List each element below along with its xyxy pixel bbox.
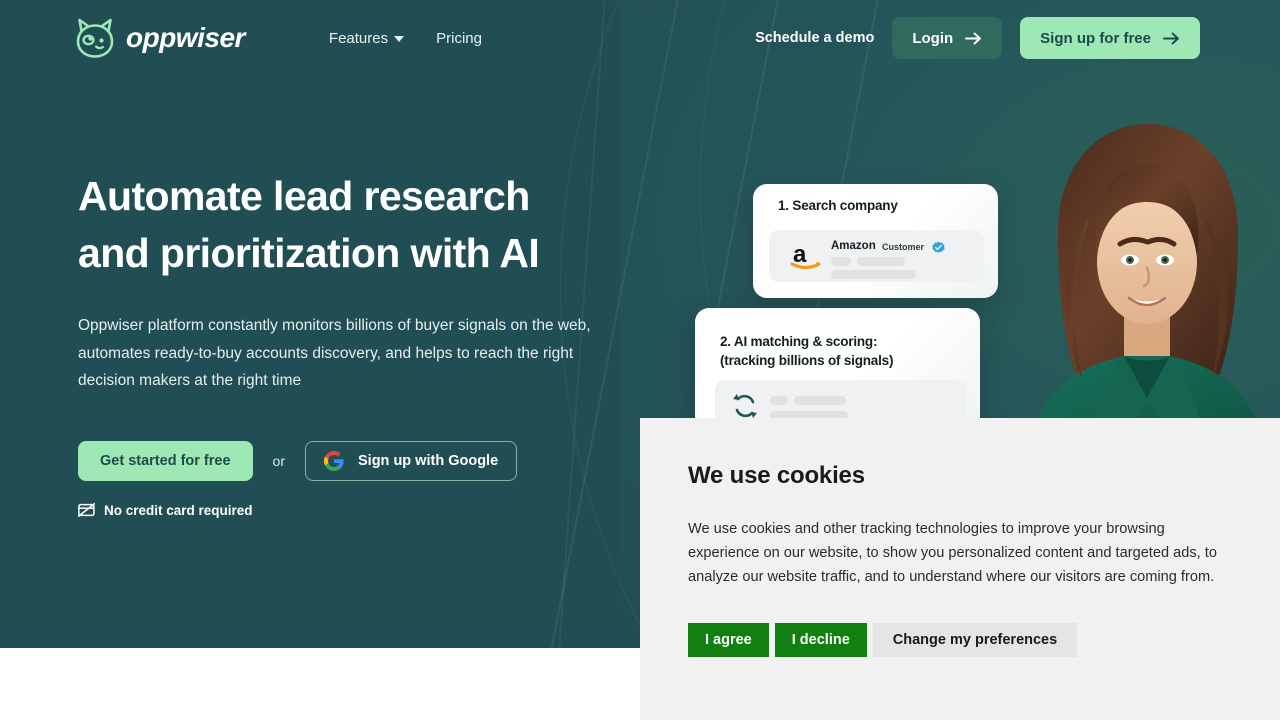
nav-item-pricing-label: Pricing (436, 29, 482, 47)
login-button[interactable]: Login (892, 17, 1003, 59)
sync-refresh-icon (733, 394, 757, 418)
cookie-decline-button[interactable]: I decline (774, 623, 867, 657)
hero-copy-block: Automate lead research and prioritizatio… (78, 168, 638, 518)
card1-placeholder-bar-1 (831, 257, 851, 266)
signup-free-button-label: Sign up for free (1040, 29, 1151, 47)
no-credit-card-label: No credit card required (104, 502, 253, 518)
cookie-agree-button[interactable]: I agree (688, 623, 769, 657)
cookie-preferences-button[interactable]: Change my preferences (872, 623, 1078, 657)
google-logo-icon (324, 450, 344, 471)
nav-links: Features Pricing (329, 30, 482, 47)
or-separator-label: or (272, 452, 285, 469)
page-title: Automate lead research and prioritizatio… (78, 168, 638, 282)
login-button-label: Login (912, 29, 954, 47)
hero-heading-line-2: and prioritization with AI (78, 230, 540, 276)
get-started-free-button[interactable]: Get started for free (78, 440, 253, 481)
card1-placeholder-bar-3 (831, 270, 916, 279)
nav-actions: Schedule a demo Login Sign up for free (755, 17, 1200, 59)
signup-free-button[interactable]: Sign up for free (1020, 17, 1200, 59)
brand-logo-link[interactable]: oppwiser (74, 16, 245, 60)
nav-item-pricing[interactable]: Pricing (436, 30, 482, 47)
hero-subtitle: Oppwiser platform constantly monitors bi… (78, 317, 591, 389)
landing-page: 1. Search company a Amazon Customer 2. A… (0, 0, 1280, 720)
brand-name: oppwiser (126, 22, 245, 53)
verified-badge-icon (932, 241, 945, 253)
card1-company-tag: Customer (882, 242, 925, 252)
cookie-banner-actions: I agree I decline Change my preferences (688, 623, 1232, 657)
card1-placeholder-bar-2 (857, 257, 905, 266)
card1-title: 1. Search company (778, 198, 898, 213)
arrow-right-icon (1163, 32, 1179, 44)
top-navigation-bar: oppwiser Features Pricing Schedule a dem… (0, 0, 1280, 76)
card2-title-line2: (tracking billions of signals) (720, 353, 894, 368)
no-credit-card-note: No credit card required (78, 503, 638, 518)
cookie-banner-title: We use cookies (688, 462, 865, 489)
nav-item-features-label: Features (328, 29, 389, 47)
arrow-right-icon (965, 32, 982, 44)
card2-placeholder-bar-1 (770, 396, 788, 405)
card2-title: 2. AI matching & scoring: (tracking bill… (720, 332, 893, 370)
cookie-banner-body: We use cookies and other tracking techno… (688, 521, 1217, 585)
cookie-consent-banner: We use cookies We use cookies and other … (640, 418, 1280, 720)
hero-heading-line-1: Automate lead research (78, 173, 530, 219)
signup-with-google-label: Sign up with Google (358, 452, 499, 469)
schedule-demo-link[interactable]: Schedule a demo (755, 30, 874, 46)
hero-cta-row: Get started for free or Sign up with Goo… (78, 440, 638, 481)
card1-result-row: a Amazon Customer (769, 230, 984, 282)
amazon-logo-icon: a (790, 241, 821, 269)
card1-company-name: Amazon (831, 240, 876, 252)
cat-face-logo-icon (76, 18, 114, 58)
businesswoman-portrait (1034, 124, 1260, 446)
card2-placeholder-bar-2 (794, 396, 846, 405)
card2-title-line1: 2. AI matching & scoring: (720, 334, 878, 349)
chevron-down-icon (394, 36, 405, 42)
nav-item-features[interactable]: Features (328, 29, 405, 47)
step-card-search-company: 1. Search company a Amazon Customer (753, 184, 998, 298)
credit-card-off-icon (78, 503, 95, 517)
signup-with-google-button[interactable]: Sign up with Google (305, 440, 518, 481)
